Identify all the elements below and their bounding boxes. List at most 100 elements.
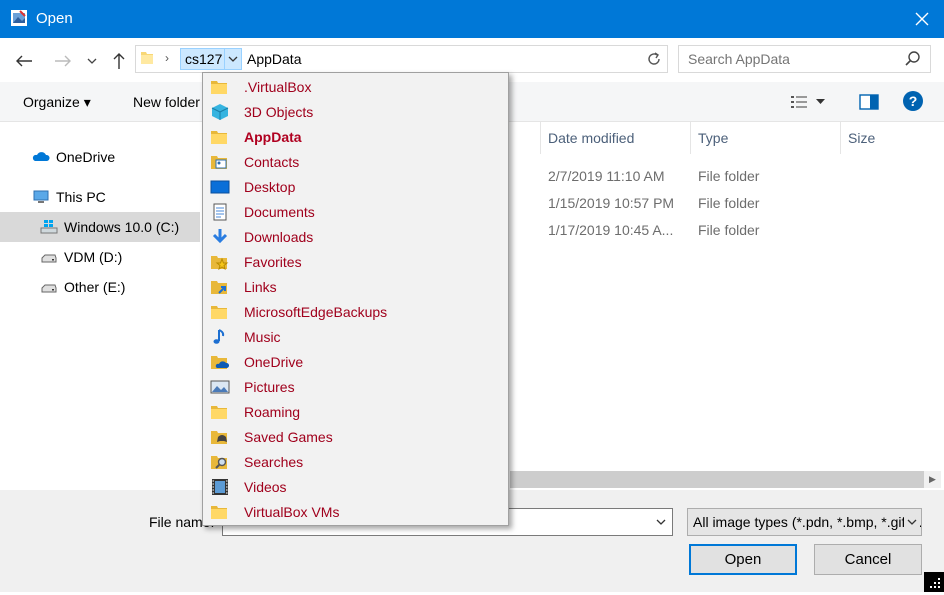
dropdown-item-3d-objects[interactable]: 3D Objects	[210, 99, 500, 124]
scroll-right-button[interactable]: ▶	[924, 471, 941, 488]
preview-pane-icon[interactable]	[858, 92, 880, 112]
dropdown-item-virtualbox-vms[interactable]: VirtualBox VMs	[210, 499, 500, 524]
dropdown-item-label: OneDrive	[244, 353, 304, 370]
dropdown-item-appdata[interactable]: AppData	[210, 124, 500, 149]
organize-button[interactable]: Organize ▾	[23, 94, 91, 111]
nav-item-label: Other (E:)	[64, 279, 126, 295]
nav-item-label: OneDrive	[56, 149, 116, 165]
dropdown-item-downloads[interactable]: Downloads	[210, 224, 500, 249]
folder-icon	[211, 405, 227, 419]
cancel-button[interactable]: Cancel	[814, 544, 922, 575]
table-row-date[interactable]: 1/17/2019 10:45 A...	[548, 222, 673, 238]
searches-icon	[211, 455, 227, 469]
onedrive-icon	[32, 152, 50, 161]
file-name-dropdown-button[interactable]	[652, 512, 670, 532]
music-icon	[213, 328, 225, 344]
table-row-date[interactable]: 1/15/2019 10:57 PM	[548, 195, 674, 211]
close-button[interactable]	[900, 0, 944, 38]
table-row-type[interactable]: File folder	[698, 222, 759, 238]
breadcrumb-dropdown-button[interactable]	[224, 48, 242, 70]
videos-icon	[212, 478, 228, 495]
dropdown-item-label: VirtualBox VMs	[244, 503, 340, 520]
nav-item-label: This PC	[56, 189, 106, 205]
chevron-down-icon	[656, 519, 666, 525]
dropdown-item-favorites[interactable]: Favorites	[210, 249, 500, 274]
search-icon[interactable]	[904, 50, 922, 68]
horizontal-scrollbar[interactable]	[510, 471, 924, 488]
search-input[interactable]	[688, 50, 888, 68]
dropdown-item-searches[interactable]: Searches	[210, 449, 500, 474]
dropdown-item-label: Videos	[244, 478, 287, 495]
folder-icon	[141, 52, 153, 64]
folder-icon	[211, 305, 227, 319]
table-row-date[interactable]: 2/7/2019 11:10 AM	[548, 168, 665, 184]
change-view-button[interactable]	[790, 92, 836, 112]
dropdown-item-label: Links	[244, 278, 277, 295]
dropdown-item-label: Searches	[244, 453, 304, 470]
folder-icon	[211, 80, 227, 94]
dropdown-item-documents[interactable]: Documents	[210, 199, 500, 224]
column-header-type[interactable]: Type	[698, 130, 728, 146]
nav-item-label: VDM (D:)	[64, 249, 123, 265]
file-type-select[interactable]: All image types (*.pdn, *.bmp, *.gif, *.…	[687, 508, 922, 536]
title-bar	[0, 0, 944, 38]
dropdown-item-pictures[interactable]: Pictures	[210, 374, 500, 399]
column-header-date-modified[interactable]: Date modified	[548, 130, 634, 146]
breadcrumb-appdata[interactable]: AppData	[247, 51, 301, 67]
nav-item-drive-c[interactable]: Windows 10.0 (C:)	[0, 212, 200, 242]
back-button[interactable]	[12, 50, 36, 72]
dropdown-item-contacts[interactable]: Contacts	[210, 149, 500, 174]
recent-locations-button[interactable]	[84, 50, 100, 72]
computer-icon	[33, 190, 49, 203]
dropdown-item-music[interactable]: Music	[210, 324, 500, 349]
dropdown-item-saved-games[interactable]: Saved Games	[210, 424, 500, 449]
dropdown-item-label: Downloads	[244, 228, 314, 245]
nav-item-this-pc[interactable]: This PC	[0, 182, 200, 212]
chevron-down-icon	[907, 519, 917, 525]
desktop-icon	[210, 180, 230, 193]
3d-objects-icon	[211, 103, 229, 120]
refresh-button[interactable]	[643, 48, 665, 70]
new-folder-button[interactable]: New folder	[133, 94, 203, 110]
dropdown-item-label: Music	[244, 328, 281, 345]
folder-icon	[211, 130, 227, 144]
breadcrumb-cs127[interactable]: cs127	[180, 48, 228, 70]
up-button[interactable]	[107, 50, 131, 72]
dropdown-item-desktop[interactable]: Desktop	[210, 174, 500, 199]
dropdown-item-virtualbox[interactable]: .VirtualBox	[210, 74, 500, 99]
nav-item-label: Windows 10.0 (C:)	[64, 219, 180, 235]
dropdown-item-onedrive[interactable]: OneDrive	[210, 349, 500, 374]
nav-item-onedrive[interactable]: OneDrive	[0, 142, 200, 172]
chevron-right-icon: ▶	[929, 474, 936, 484]
dropdown-item-label: MicrosoftEdgeBackups	[244, 303, 388, 320]
drive-icon	[41, 284, 57, 293]
resize-grip[interactable]	[924, 572, 944, 592]
downloads-icon	[212, 228, 228, 243]
table-row-type[interactable]: File folder	[698, 195, 759, 211]
chevron-down-icon	[816, 99, 825, 104]
dropdown-item-label: Documents	[244, 203, 315, 220]
app-icon	[11, 10, 27, 26]
open-button[interactable]: Open	[689, 544, 797, 575]
resize-grip-icon	[930, 578, 940, 588]
dropdown-item-label: Contacts	[244, 153, 300, 170]
window-title: Open	[36, 10, 73, 27]
table-row-type[interactable]: File folder	[698, 168, 759, 184]
help-button[interactable]: ?	[903, 91, 923, 111]
dropdown-item-label: Roaming	[244, 403, 301, 420]
dropdown-item-links[interactable]: Links	[210, 274, 500, 299]
dropdown-item-roaming[interactable]: Roaming	[210, 399, 500, 424]
column-separator	[840, 122, 841, 154]
nav-item-drive-d[interactable]: VDM (D:)	[0, 242, 200, 272]
column-header-size[interactable]: Size	[848, 130, 875, 146]
dropdown-item-videos[interactable]: Videos	[210, 474, 500, 499]
pictures-icon	[210, 380, 230, 393]
close-icon	[915, 12, 929, 26]
nav-item-drive-e[interactable]: Other (E:)	[0, 272, 200, 302]
file-type-dropdown-button[interactable]	[904, 512, 920, 532]
forward-button[interactable]	[51, 50, 75, 72]
dropdown-item-microsoftedgebackups[interactable]: MicrosoftEdgeBackups	[210, 299, 500, 324]
dropdown-item-label: .VirtualBox	[244, 78, 312, 95]
chevron-down-icon	[87, 58, 97, 64]
help-icon: ?	[908, 93, 918, 109]
